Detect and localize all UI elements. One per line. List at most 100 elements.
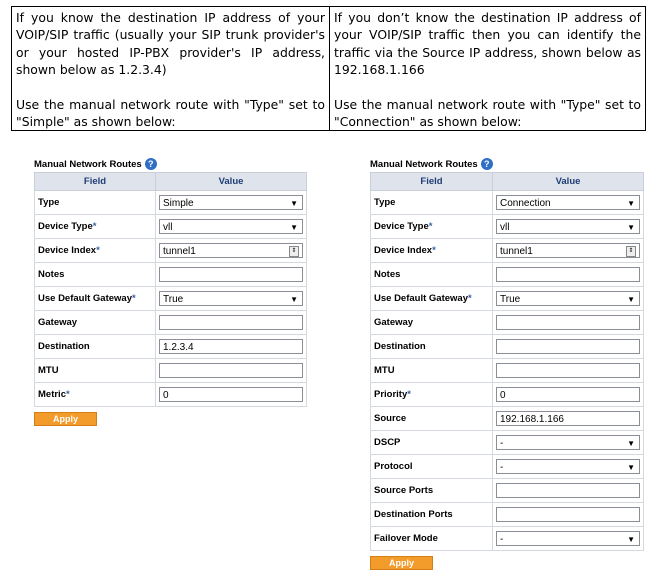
field-label-cell: Gateway [34, 310, 156, 335]
field-label: Type [38, 197, 60, 208]
field-value-cell [492, 358, 644, 383]
field-value-cell: Simple ▼ [155, 190, 307, 215]
field-label: Type [374, 197, 396, 208]
field-label-cell: MTU [34, 358, 156, 383]
field-label: Destination Ports [374, 509, 453, 520]
protocol-select[interactable]: - ▼ [496, 459, 640, 474]
dropdown-arrow-icon[interactable]: ▼ [627, 292, 635, 305]
mtu-input[interactable] [159, 363, 303, 378]
field-label-cell: Gateway [370, 310, 493, 335]
protocol-value: - [500, 462, 504, 473]
form-row-notes: Notes [370, 262, 644, 287]
notes-input[interactable] [496, 267, 640, 282]
source-input[interactable]: 192.168.1.166 [496, 411, 640, 426]
apply-button[interactable]: Apply [34, 412, 97, 426]
field-label-cell: Destination [34, 334, 156, 359]
field-label: Metric [38, 389, 66, 400]
required-marker: * [65, 389, 70, 400]
field-column-header: Field [370, 172, 493, 191]
device-type-value: vll [500, 222, 510, 233]
left-panel-title-row: Manual Network Routes ? [34, 157, 307, 171]
field-value-cell: - ▼ [492, 526, 644, 551]
form-row-notes: Notes [34, 262, 307, 287]
right-routes-form: Field Value Type Connection ▼ Device Type* v… [370, 172, 644, 551]
form-row-type: Type Simple ▼ [34, 190, 307, 215]
dropdown-arrow-icon[interactable]: ▼ [290, 196, 298, 209]
required-marker: * [92, 221, 97, 232]
field-label: Protocol [374, 461, 413, 472]
field-value-cell: - ▼ [492, 454, 644, 479]
field-label: Source [374, 413, 407, 424]
right-panel-title-row: Manual Network Routes ? [370, 157, 644, 171]
required-marker: * [428, 221, 433, 232]
required-marker: * [96, 245, 100, 256]
device-index-input[interactable]: tunnel1 ⇕ [496, 243, 640, 258]
form-row-device-type: Device Type* vll ▼ [370, 214, 644, 239]
spinner-icon[interactable]: ⇕ [626, 246, 636, 257]
type-select[interactable]: Simple ▼ [159, 195, 303, 210]
source-ports-input[interactable] [496, 483, 640, 498]
use-default-gateway-select[interactable]: True ▼ [496, 291, 640, 306]
apply-button[interactable]: Apply [370, 556, 433, 570]
value-column-header: Value [155, 172, 307, 191]
field-label-cell: Use Default Gateway* [34, 286, 156, 311]
dscp-select[interactable]: - ▼ [496, 435, 640, 450]
failover-mode-select[interactable]: - ▼ [496, 531, 640, 546]
field-value-cell [155, 358, 307, 383]
device-type-select[interactable]: vll ▼ [496, 219, 640, 234]
use-default-gateway-select[interactable]: True ▼ [159, 291, 303, 306]
form-row-device-index: Device Index* tunnel1 ⇕ [370, 238, 644, 263]
field-value-cell: True ▼ [492, 286, 644, 311]
dropdown-arrow-icon[interactable]: ▼ [627, 436, 635, 449]
field-value-cell: vll ▼ [155, 214, 307, 239]
device-type-value: vll [163, 222, 173, 233]
dropdown-arrow-icon[interactable]: ▼ [627, 532, 635, 545]
destination-input[interactable] [496, 339, 640, 354]
field-label: Notes [38, 269, 65, 280]
dropdown-arrow-icon[interactable]: ▼ [290, 292, 298, 305]
field-value-cell: Connection ▼ [492, 190, 644, 215]
field-label-cell: Device Index* [34, 238, 156, 263]
left-manual-network-routes-panel: Manual Network Routes ? Field Value Type… [34, 157, 307, 426]
field-label-cell: Use Default Gateway* [370, 286, 493, 311]
notes-input[interactable] [159, 267, 303, 282]
field-label-cell: Notes [34, 262, 156, 287]
form-row-use-default-gateway: Use Default Gateway* True ▼ [34, 286, 307, 311]
gateway-input[interactable] [159, 315, 303, 330]
field-value-cell [492, 310, 644, 335]
form-row-failover-mode: Failover Mode - ▼ [370, 526, 644, 551]
field-value-cell: tunnel1 ⇕ [492, 238, 644, 263]
intro-left-paragraph-1: If you know the destination IP address o… [16, 10, 325, 78]
metric-input[interactable]: 0 [159, 387, 303, 402]
spinner-icon[interactable]: ⇕ [289, 246, 299, 257]
intro-left-cell: If you know the destination IP address o… [11, 5, 330, 132]
use-default-gateway-value: True [500, 294, 521, 305]
field-value-cell: tunnel1 ⇕ [155, 238, 307, 263]
field-label: Destination [38, 341, 90, 352]
device-type-select[interactable]: vll ▼ [159, 219, 303, 234]
destination-ports-input[interactable] [496, 507, 640, 522]
dropdown-arrow-icon[interactable]: ▼ [627, 220, 635, 233]
type-select[interactable]: Connection ▼ [496, 195, 640, 210]
priority-input[interactable]: 0 [496, 387, 640, 402]
use-default-gateway-value: True [163, 294, 184, 305]
gateway-input[interactable] [496, 315, 640, 330]
field-label: MTU [38, 365, 59, 376]
form-row-type: Type Connection ▼ [370, 190, 644, 215]
dscp-value: - [500, 438, 504, 449]
dropdown-arrow-icon[interactable]: ▼ [627, 460, 635, 473]
help-icon[interactable]: ? [480, 158, 493, 170]
device-index-input[interactable]: tunnel1 ⇕ [159, 243, 303, 258]
form-row-destination: Destination 1.2.3.4 [34, 334, 307, 359]
field-value-cell: 192.168.1.166 [492, 406, 644, 431]
form-row-source: Source 192.168.1.166 [370, 406, 644, 431]
field-label: Device Index [38, 245, 97, 256]
mtu-input[interactable] [496, 363, 640, 378]
destination-input[interactable]: 1.2.3.4 [159, 339, 303, 354]
intro-right-paragraph-1: If you don’t know the destination IP add… [334, 10, 641, 78]
form-row-destination: Destination [370, 334, 644, 359]
dropdown-arrow-icon[interactable]: ▼ [627, 196, 635, 209]
required-marker: * [131, 293, 136, 304]
help-icon[interactable]: ? [144, 158, 157, 170]
dropdown-arrow-icon[interactable]: ▼ [290, 220, 298, 233]
